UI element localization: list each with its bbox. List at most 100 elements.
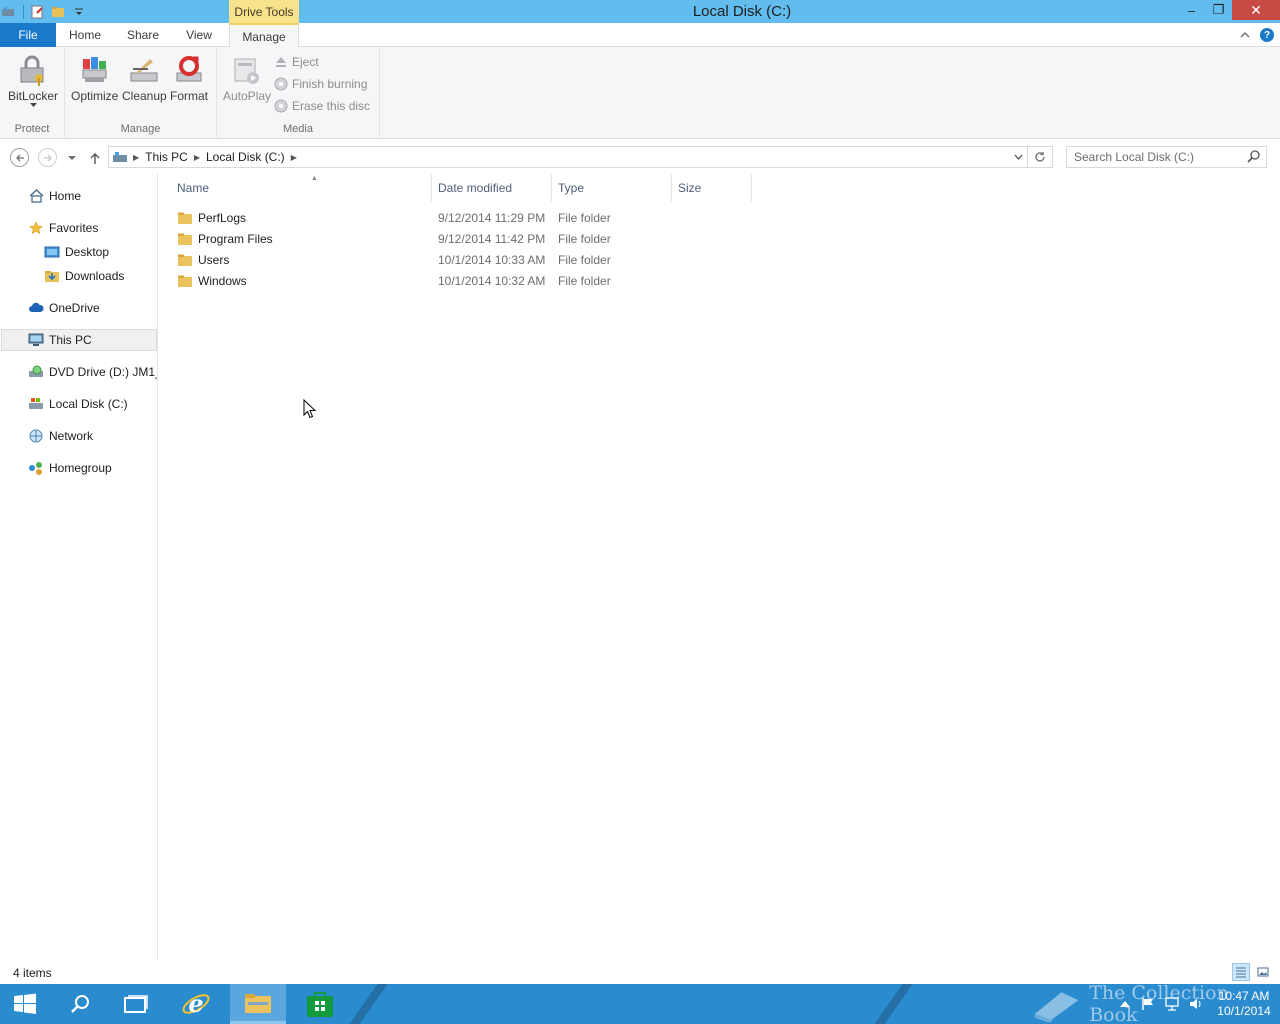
customize-qat-icon[interactable] bbox=[71, 4, 87, 20]
bitlocker-label: BitLocker bbox=[8, 89, 59, 103]
search-taskbar-button[interactable] bbox=[52, 984, 108, 1024]
breadcrumb-separator-icon[interactable]: ▶ bbox=[291, 153, 297, 162]
bitlocker-button[interactable]: BitLocker bbox=[8, 53, 58, 108]
file-name: Program Files bbox=[198, 231, 273, 246]
search-icon[interactable] bbox=[1247, 150, 1260, 164]
nav-item-label: Home bbox=[49, 189, 82, 203]
nav-item-label: Desktop bbox=[65, 245, 110, 259]
optimize-button[interactable]: Optimize bbox=[71, 53, 118, 103]
address-dropdown-icon[interactable] bbox=[1014, 154, 1023, 160]
column-header-date[interactable]: Date modified bbox=[432, 174, 552, 202]
computer-icon bbox=[28, 332, 44, 348]
nav-item-dvd-drive[interactable]: DVD Drive (D:) JM1_CCSA_X64FRE_EN-US_DV5 bbox=[28, 361, 157, 383]
tab-view[interactable]: View bbox=[178, 23, 220, 47]
column-header-size[interactable]: Size bbox=[672, 174, 752, 202]
large-icons-view-button[interactable] bbox=[1254, 963, 1272, 981]
properties-icon[interactable] bbox=[29, 4, 45, 20]
search-input[interactable] bbox=[1074, 150, 1244, 164]
column-header-type[interactable]: Type bbox=[552, 174, 672, 202]
sort-ascending-icon: ▲ bbox=[311, 175, 318, 182]
table-row[interactable]: PerfLogs 9/12/2014 11:29 PM File folder bbox=[177, 207, 757, 228]
folder-icon bbox=[178, 212, 192, 224]
speaker-icon bbox=[1190, 999, 1201, 1009]
toolbar-divider bbox=[23, 4, 24, 19]
start-button[interactable] bbox=[0, 984, 50, 1024]
quick-access-toolbar bbox=[0, 2, 92, 21]
close-button[interactable]: ✕ bbox=[1232, 0, 1280, 20]
column-header-label: Type bbox=[558, 181, 585, 195]
star-icon bbox=[28, 220, 44, 236]
recent-locations-button[interactable] bbox=[62, 148, 82, 168]
autoplay-button[interactable]: AutoPlay bbox=[223, 53, 271, 103]
finish-burning-button[interactable]: Finish burning bbox=[274, 74, 367, 94]
homegroup-icon bbox=[28, 460, 44, 476]
back-button[interactable] bbox=[10, 148, 29, 167]
maximize-button[interactable]: ❐ bbox=[1205, 0, 1232, 20]
drive-icon bbox=[28, 396, 44, 412]
book-icon bbox=[1034, 992, 1079, 1022]
tab-share[interactable]: Share bbox=[120, 23, 166, 47]
address-bar[interactable]: ▶ This PC ▶ Local Disk (C:) ▶ bbox=[108, 146, 1028, 168]
show-hidden-icons-button[interactable] bbox=[1114, 1001, 1136, 1007]
breadcrumb-this-pc[interactable]: This PC bbox=[139, 150, 194, 164]
action-center-button[interactable] bbox=[1136, 997, 1160, 1011]
column-header-label: Name bbox=[177, 181, 210, 195]
nav-item-label: Downloads bbox=[65, 269, 125, 283]
details-view-icon bbox=[1236, 967, 1246, 978]
file-name-cell: Windows bbox=[177, 270, 247, 291]
new-folder-icon[interactable] bbox=[50, 4, 66, 20]
internet-explorer-button[interactable]: e bbox=[168, 984, 224, 1024]
help-icon[interactable]: ? bbox=[1260, 28, 1274, 42]
desktop-icon bbox=[44, 244, 60, 260]
window-title: Local Disk (C:) bbox=[692, 3, 792, 20]
collapse-ribbon-icon[interactable] bbox=[1240, 31, 1250, 39]
task-view-button[interactable] bbox=[108, 984, 164, 1024]
format-button[interactable]: Format bbox=[170, 53, 208, 103]
minimize-button[interactable]: – bbox=[1178, 0, 1205, 20]
eject-icon bbox=[276, 57, 286, 67]
nav-item-label: This PC bbox=[49, 333, 92, 347]
refresh-button[interactable] bbox=[1028, 146, 1053, 168]
drive-icon bbox=[113, 152, 127, 162]
table-row[interactable]: Users 10/1/2014 10:33 AM File folder bbox=[177, 249, 757, 270]
nav-item-this-pc[interactable]: This PC bbox=[1, 329, 157, 351]
breadcrumb-local-disk[interactable]: Local Disk (C:) bbox=[200, 150, 291, 164]
group-label-protect: Protect bbox=[14, 123, 50, 135]
nav-item-label: Homegroup bbox=[49, 461, 112, 475]
cleanup-button[interactable]: Cleanup bbox=[122, 53, 167, 103]
group-manage: Optimize Cleanup Format Manage bbox=[65, 47, 217, 139]
network-icon bbox=[1165, 997, 1179, 1011]
tab-home[interactable]: Home bbox=[62, 23, 108, 47]
tab-file[interactable]: File bbox=[0, 23, 56, 47]
downloads-icon bbox=[44, 268, 60, 284]
network-tray-button[interactable] bbox=[1160, 997, 1184, 1011]
table-row[interactable]: Windows 10/1/2014 10:32 AM File folder bbox=[177, 270, 757, 291]
large-icons-view-icon bbox=[1257, 967, 1269, 977]
file-name: PerfLogs bbox=[198, 210, 247, 225]
drive-icon[interactable] bbox=[0, 4, 16, 20]
tab-manage[interactable]: Manage bbox=[229, 23, 299, 48]
ribbon-tab-row: File Home Share View Manage ? bbox=[0, 23, 1280, 48]
store-button[interactable] bbox=[292, 984, 348, 1024]
search-box[interactable] bbox=[1066, 146, 1267, 168]
eject-button[interactable]: Eject bbox=[274, 52, 319, 72]
up-button[interactable] bbox=[85, 148, 105, 168]
nav-item-label: Local Disk (C:) bbox=[49, 397, 128, 411]
status-bar: 4 items bbox=[0, 962, 1280, 984]
forward-button[interactable] bbox=[38, 148, 57, 167]
details-view-button[interactable] bbox=[1232, 963, 1250, 981]
windows-logo-icon bbox=[14, 993, 36, 1014]
column-header-label: Size bbox=[678, 181, 702, 195]
group-protect: BitLocker Protect bbox=[0, 47, 65, 139]
file-explorer-button[interactable] bbox=[230, 984, 286, 1024]
chevron-down-icon bbox=[68, 155, 76, 160]
erase-disc-button[interactable]: Erase this disc bbox=[274, 96, 370, 116]
group-label-manage: Manage bbox=[120, 123, 161, 135]
disc-icon bbox=[274, 77, 288, 91]
volume-button[interactable] bbox=[1184, 997, 1208, 1011]
table-row[interactable]: Program Files 9/12/2014 11:42 PM File fo… bbox=[177, 228, 757, 249]
column-header-name[interactable]: Name ▲ bbox=[171, 174, 432, 202]
clock[interactable]: 10:47 AM 10/1/2014 bbox=[1208, 989, 1280, 1019]
chevron-up-icon bbox=[1120, 1001, 1130, 1007]
group-label-media: Media bbox=[283, 123, 313, 135]
